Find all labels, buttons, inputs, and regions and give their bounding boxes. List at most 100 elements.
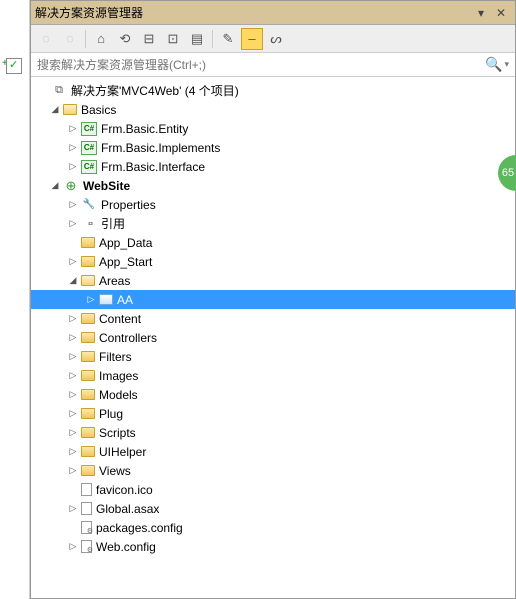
csharp-icon xyxy=(81,141,97,155)
solution-explorer-panel: 解决方案资源管理器 ▾ ✕ ◌ ◌ ⌂ ⟲ ⊟ ⊡ ▤ ✎ – ᔕ 🔍 ▾ ▶ … xyxy=(30,0,516,599)
folder-node[interactable]: ▷ Views xyxy=(31,461,515,480)
folder-node[interactable]: ▷Images xyxy=(31,366,515,385)
arrow-collapsed-icon[interactable]: ▷ xyxy=(67,389,79,401)
folder-node[interactable]: ▷ Scripts xyxy=(31,423,515,442)
arrow-collapsed-icon[interactable]: ▷ xyxy=(67,313,79,325)
node-label: Frm.Basic.Entity xyxy=(101,122,188,136)
separator xyxy=(212,30,213,48)
show-all-icon[interactable]: ⊡ xyxy=(162,28,184,50)
folder-icon xyxy=(81,465,95,476)
arrow-collapsed-icon[interactable]: ▷ xyxy=(67,161,79,173)
csharp-icon xyxy=(81,122,97,136)
node-label: Plug xyxy=(99,407,123,421)
wrench-icon xyxy=(81,198,97,212)
folder-icon xyxy=(81,427,95,438)
folder-icon xyxy=(81,446,95,457)
folder-icon xyxy=(81,389,95,400)
file-node[interactable]: ▷ Web.config xyxy=(31,537,515,556)
sync-icon[interactable]: ⟲ xyxy=(114,28,136,50)
file-node[interactable]: ▷ favicon.ico xyxy=(31,480,515,499)
properties-node[interactable]: ▷ Properties xyxy=(31,195,515,214)
node-label: AA xyxy=(117,293,133,307)
folder-node[interactable]: ▷ App_Start xyxy=(31,252,515,271)
arrow-collapsed-icon[interactable]: ▷ xyxy=(67,351,79,363)
project-node[interactable]: ▷ Frm.Basic.Implements xyxy=(31,138,515,157)
search-icon[interactable]: 🔍 xyxy=(485,56,502,73)
arrow-collapsed-icon[interactable]: ▷ xyxy=(85,294,97,306)
arrow-collapsed-icon[interactable]: ▷ xyxy=(67,370,79,382)
panel-title: 解决方案资源管理器 xyxy=(35,4,471,21)
toolbar: ◌ ◌ ⌂ ⟲ ⊟ ⊡ ▤ ✎ – ᔕ xyxy=(31,25,515,53)
status-badge xyxy=(6,58,22,74)
folder-icon xyxy=(81,332,95,343)
folder-areas[interactable]: ◢ Areas xyxy=(31,271,515,290)
home-icon[interactable]: ⌂ xyxy=(90,28,112,50)
node-label: Scripts xyxy=(99,426,136,440)
arrow-collapsed-icon[interactable]: ▷ xyxy=(67,446,79,458)
arrow-collapsed-icon[interactable]: ▷ xyxy=(67,123,79,135)
arrow-expanded-icon[interactable]: ◢ xyxy=(67,275,79,287)
arrow-collapsed-icon[interactable]: ▷ xyxy=(67,332,79,344)
arrow-collapsed-icon[interactable]: ▷ xyxy=(67,427,79,439)
arrow-collapsed-icon[interactable]: ▷ xyxy=(67,256,79,268)
arrow-collapsed-icon[interactable]: ▷ xyxy=(67,541,79,553)
node-label: packages.config xyxy=(96,521,183,535)
arrow-collapsed-icon[interactable]: ▷ xyxy=(67,465,79,477)
csharp-icon xyxy=(81,160,97,174)
asax-icon xyxy=(81,502,92,515)
properties-icon[interactable]: ▤ xyxy=(186,28,208,50)
folder-node[interactable]: ▷ Models xyxy=(31,385,515,404)
folder-icon xyxy=(81,313,95,324)
preview-icon[interactable]: ✎ xyxy=(217,28,239,50)
file-node[interactable]: ▷ packages.config xyxy=(31,518,515,537)
arrow-expanded-icon[interactable]: ◢ xyxy=(49,104,61,116)
folder-icon xyxy=(81,370,95,381)
node-label: Views xyxy=(99,464,131,478)
project-node[interactable]: ▷ Frm.Basic.Entity xyxy=(31,119,515,138)
node-label: Web.config xyxy=(96,540,156,554)
back-icon[interactable]: ◌ xyxy=(35,28,57,50)
arrow-collapsed-icon[interactable]: ▷ xyxy=(67,408,79,420)
folder-node[interactable]: ▷ Plug xyxy=(31,404,515,423)
node-label: Areas xyxy=(99,274,130,288)
folder-basics[interactable]: ◢ Basics xyxy=(31,100,515,119)
web-project-icon xyxy=(63,179,79,193)
dropdown-icon[interactable]: ▾ xyxy=(471,4,491,22)
folder-node[interactable]: ▷Content xyxy=(31,309,515,328)
node-label: Frm.Basic.Interface xyxy=(101,160,205,174)
arrow-expanded-icon[interactable]: ◢ xyxy=(49,180,61,192)
folder-aa-selected[interactable]: ▷ AA xyxy=(31,290,515,309)
folder-icon xyxy=(81,237,95,248)
highlight-toggle[interactable]: – xyxy=(241,28,263,50)
collapse-icon[interactable]: ⊟ xyxy=(138,28,160,50)
search-dropdown-icon[interactable]: ▾ xyxy=(504,59,509,70)
project-website[interactable]: ◢ WebSite xyxy=(31,176,515,195)
folder-icon xyxy=(81,351,95,362)
folder-node[interactable]: ▷Controllers xyxy=(31,328,515,347)
project-node[interactable]: ▷ Frm.Basic.Interface xyxy=(31,157,515,176)
arrow-collapsed-icon[interactable]: ▷ xyxy=(67,218,79,230)
forward-icon[interactable]: ◌ xyxy=(59,28,81,50)
close-icon[interactable]: ✕ xyxy=(491,4,511,22)
references-node[interactable]: ▷ 引用 xyxy=(31,214,515,233)
node-label: Basics xyxy=(81,103,116,117)
view-icon[interactable]: ᔕ xyxy=(265,28,287,50)
folder-node[interactable]: ▷ App_Data xyxy=(31,233,515,252)
titlebar: 解决方案资源管理器 ▾ ✕ xyxy=(31,1,515,25)
file-icon xyxy=(81,483,92,496)
arrow-collapsed-icon[interactable]: ▷ xyxy=(67,199,79,211)
file-node[interactable]: ▷ Global.asax xyxy=(31,499,515,518)
search-input[interactable] xyxy=(37,58,485,72)
solution-node[interactable]: ▶ 解决方案'MVC4Web' (4 个项目) xyxy=(31,81,515,100)
config-icon xyxy=(81,540,92,553)
node-label: Filters xyxy=(99,350,132,364)
arrow-collapsed-icon[interactable]: ▷ xyxy=(67,503,79,515)
left-gutter: + xyxy=(0,0,30,599)
arrow-collapsed-icon[interactable]: ▷ xyxy=(67,142,79,154)
tree-view[interactable]: ▶ 解决方案'MVC4Web' (4 个项目) ◢ Basics ▷ Frm.B… xyxy=(31,77,515,598)
folder-node[interactable]: ▷UIHelper xyxy=(31,442,515,461)
node-label: Models xyxy=(99,388,138,402)
node-label: 引用 xyxy=(101,215,125,232)
folder-node[interactable]: ▷ Filters xyxy=(31,347,515,366)
node-label: favicon.ico xyxy=(96,483,153,497)
